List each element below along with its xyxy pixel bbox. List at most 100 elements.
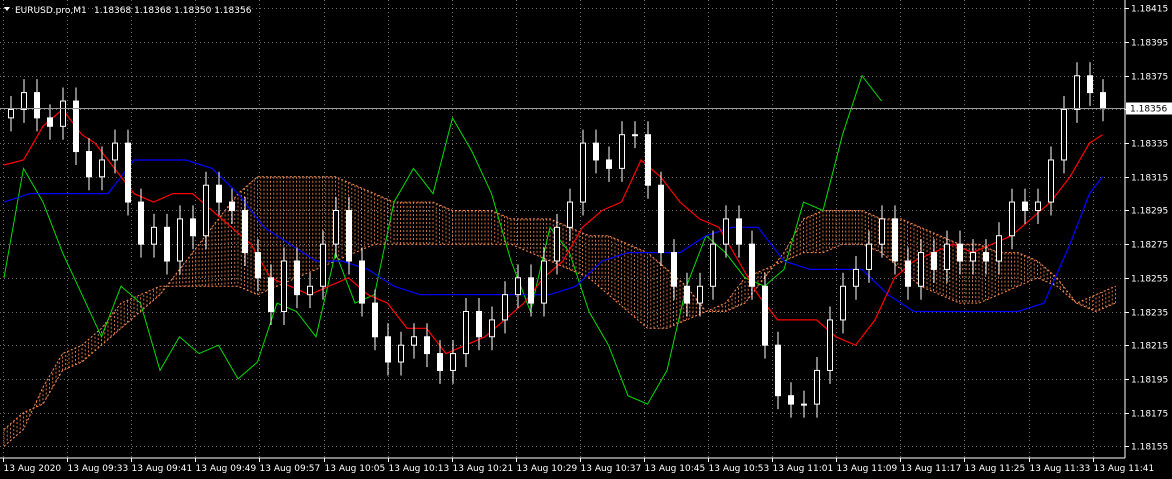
time-tick-label: 13 Aug 11:01 — [773, 464, 834, 474]
candle-body — [528, 277, 534, 304]
candle-body — [671, 252, 677, 287]
candle-body — [294, 260, 300, 296]
candle-body — [983, 252, 989, 262]
candle-body — [476, 311, 482, 338]
candle-body — [437, 353, 443, 371]
candle-body — [463, 311, 469, 355]
candle-body — [840, 285, 846, 321]
time-tick-label: 13 Aug 09:33 — [68, 464, 129, 474]
candle-body — [47, 117, 53, 127]
time-tick-label: 13 Aug 11:25 — [965, 464, 1026, 474]
candle-body — [619, 134, 625, 169]
candle-body — [1022, 201, 1028, 211]
candle-body — [21, 92, 27, 110]
candle-body — [697, 285, 703, 304]
time-tick-label: 13 Aug 10:53 — [709, 464, 770, 474]
time-tick-label: 13 Aug 10:13 — [389, 464, 450, 474]
candle-body — [710, 243, 716, 287]
candle-body — [905, 260, 911, 287]
candle-body — [515, 277, 521, 296]
candle-body — [658, 184, 664, 254]
candle-body — [398, 344, 404, 363]
candle-body — [554, 226, 560, 262]
time-tick-label: 13 Aug 11:33 — [1030, 464, 1091, 474]
candle-body — [736, 218, 742, 245]
candle-body — [502, 294, 508, 321]
price-tick-label: 1.18375 — [1131, 73, 1168, 83]
candle-body — [281, 260, 287, 313]
time-tick-label: 13 Aug 10:29 — [517, 464, 578, 474]
candle-body — [866, 243, 872, 270]
candle-body — [814, 369, 820, 405]
candle-body — [580, 142, 586, 203]
time-tick-label: 13 Aug 11:09 — [837, 464, 898, 474]
candle-body — [762, 285, 768, 346]
price-chart[interactable]: EURUSD.pro,M1 1.18368 1.18368 1.18350 1.… — [0, 0, 1172, 479]
price-tick-label: 1.18295 — [1131, 207, 1168, 217]
current-price-tag-text: 1.18356 — [1130, 105, 1167, 115]
candle-body — [346, 209, 352, 262]
price-tick-label: 1.18335 — [1131, 140, 1168, 150]
candle-body — [853, 268, 859, 287]
candle-body — [34, 92, 40, 119]
time-tick-label: 13 Aug 10:45 — [645, 464, 706, 474]
candle-body — [541, 260, 547, 304]
candle-body — [268, 277, 274, 313]
candle-body — [775, 344, 781, 397]
candle-body — [996, 235, 1002, 262]
candle-body — [424, 336, 430, 355]
candle-body — [788, 395, 794, 405]
candle-body — [1048, 159, 1054, 203]
candle-body — [1009, 201, 1015, 237]
candle-body — [1035, 201, 1041, 211]
candle-body — [749, 243, 755, 287]
candle-body — [333, 209, 339, 245]
candle-body — [645, 134, 651, 186]
ohlc-values: 1.18368 1.18368 1.18350 1.18356 — [94, 6, 252, 16]
candle-body — [827, 319, 833, 371]
candle-body — [1061, 108, 1067, 161]
candle-body — [320, 243, 326, 287]
price-tick-label: 1.18415 — [1131, 5, 1168, 15]
candle-body — [450, 353, 456, 371]
candle-body — [489, 319, 495, 338]
candle-body — [411, 336, 417, 346]
price-tick-label: 1.18235 — [1131, 309, 1168, 319]
time-tick-label: 13 Aug 09:57 — [260, 464, 321, 474]
candle-body — [970, 252, 976, 262]
price-tick-label: 1.18315 — [1131, 174, 1168, 184]
candle-body — [164, 226, 170, 262]
candle-body — [1100, 92, 1106, 109]
candle-body — [918, 252, 924, 287]
candle-body — [229, 201, 235, 211]
candle-body — [567, 201, 573, 228]
candle-body — [879, 218, 885, 245]
candle-body — [372, 302, 378, 338]
candle-body — [242, 209, 248, 254]
time-tick-label: 13 Aug 10:21 — [453, 464, 514, 474]
candle-body — [86, 151, 92, 178]
price-tick-label: 1.18215 — [1131, 342, 1168, 352]
price-tick-label: 1.18155 — [1131, 443, 1168, 453]
time-tick-label: 13 Aug 09:49 — [196, 464, 257, 474]
candle-body — [190, 218, 196, 237]
candle-body — [606, 159, 612, 169]
candle-body — [99, 159, 105, 178]
candle-body — [203, 184, 209, 237]
candle-body — [255, 252, 261, 279]
candle-body — [216, 184, 222, 203]
time-tick-label: 13 Aug 10:05 — [325, 464, 386, 474]
time-tick-label: 13 Aug 09:41 — [132, 464, 193, 474]
candle-body — [359, 260, 365, 304]
candle-body — [177, 218, 183, 262]
candle-body — [307, 285, 313, 296]
time-tick-label: 13 Aug 11:41 — [1094, 464, 1155, 474]
candle-body — [151, 226, 157, 245]
candle-body — [112, 142, 118, 161]
candle-body — [1074, 75, 1080, 110]
time-tick-label: 13 Aug 11:17 — [901, 464, 962, 474]
time-tick-label: 13 Aug 2020 — [4, 464, 62, 474]
symbol-label: EURUSD.pro,M1 — [15, 6, 87, 16]
price-tick-label: 1.18255 — [1131, 275, 1168, 285]
candle-body — [593, 142, 599, 161]
